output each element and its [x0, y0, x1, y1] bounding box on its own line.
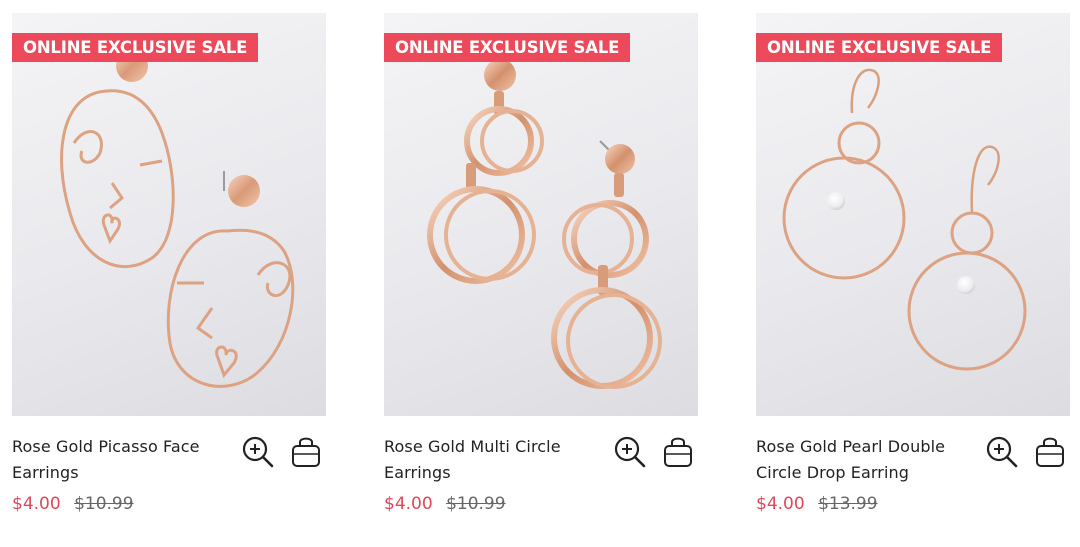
product-title-line[interactable]: Rose Gold Picasso Face	[12, 434, 222, 460]
price-row: $4.00 $10.99	[384, 494, 506, 514]
product-actions	[984, 434, 1070, 470]
product-info: Rose Gold Multi Circle Earrings $4.00 $1…	[384, 416, 698, 536]
product-title-line[interactable]: Rose Gold Pearl Double	[756, 434, 966, 460]
online-exclusive-badge: ONLINE EXCLUSIVE SALE	[12, 33, 259, 62]
multi-circle-earrings-image	[427, 59, 662, 389]
product-actions	[240, 434, 326, 470]
product-title-line[interactable]: Earrings	[384, 460, 594, 486]
product-title[interactable]: Rose Gold Multi Circle Earrings	[384, 434, 594, 486]
shopping-bag-icon[interactable]	[288, 434, 324, 470]
product-title-line[interactable]: Earrings	[12, 460, 222, 486]
sale-price: $4.00	[384, 494, 433, 514]
shopping-bag-icon[interactable]	[660, 434, 696, 470]
product-image[interactable]: ONLINE EXCLUSIVE SALE	[756, 13, 1070, 416]
product-grid: ONLINE EXCLUSIVE SALE Rose Gold Picasso …	[0, 0, 1080, 547]
product-info: Rose Gold Picasso Face Earrings $4.00 $1…	[12, 416, 326, 536]
sale-price: $4.00	[12, 494, 61, 514]
product-card: ONLINE EXCLUSIVE SALE Rose Gold Multi Ci…	[384, 13, 698, 536]
product-title-line[interactable]: Rose Gold Multi Circle	[384, 434, 594, 460]
product-card: ONLINE EXCLUSIVE SALE Rose Gold Picasso …	[12, 13, 326, 536]
product-image[interactable]: ONLINE EXCLUSIVE SALE	[12, 13, 326, 416]
zoom-in-icon[interactable]	[240, 434, 276, 470]
zoom-in-icon[interactable]	[612, 434, 648, 470]
product-actions	[612, 434, 698, 470]
shopping-bag-icon[interactable]	[1032, 434, 1068, 470]
price-row: $4.00 $13.99	[756, 494, 878, 514]
pearl-double-circle-earrings-image	[782, 68, 1027, 371]
product-card: ONLINE EXCLUSIVE SALE Rose Gold Pearl Do…	[756, 13, 1070, 536]
product-title[interactable]: Rose Gold Pearl Double Circle Drop Earri…	[756, 434, 966, 486]
product-info: Rose Gold Pearl Double Circle Drop Earri…	[756, 416, 1070, 536]
sale-price: $4.00	[756, 494, 805, 514]
picasso-face-earrings-image	[60, 50, 295, 388]
product-image[interactable]: ONLINE EXCLUSIVE SALE	[384, 13, 698, 416]
zoom-in-icon[interactable]	[984, 434, 1020, 470]
original-price: $10.99	[446, 494, 506, 514]
price-row: $4.00 $10.99	[12, 494, 134, 514]
original-price: $13.99	[818, 494, 878, 514]
product-title-line[interactable]: Circle Drop Earring	[756, 460, 966, 486]
original-price: $10.99	[74, 494, 134, 514]
product-title[interactable]: Rose Gold Picasso Face Earrings	[12, 434, 222, 486]
online-exclusive-badge: ONLINE EXCLUSIVE SALE	[756, 33, 1003, 62]
online-exclusive-badge: ONLINE EXCLUSIVE SALE	[384, 33, 631, 62]
